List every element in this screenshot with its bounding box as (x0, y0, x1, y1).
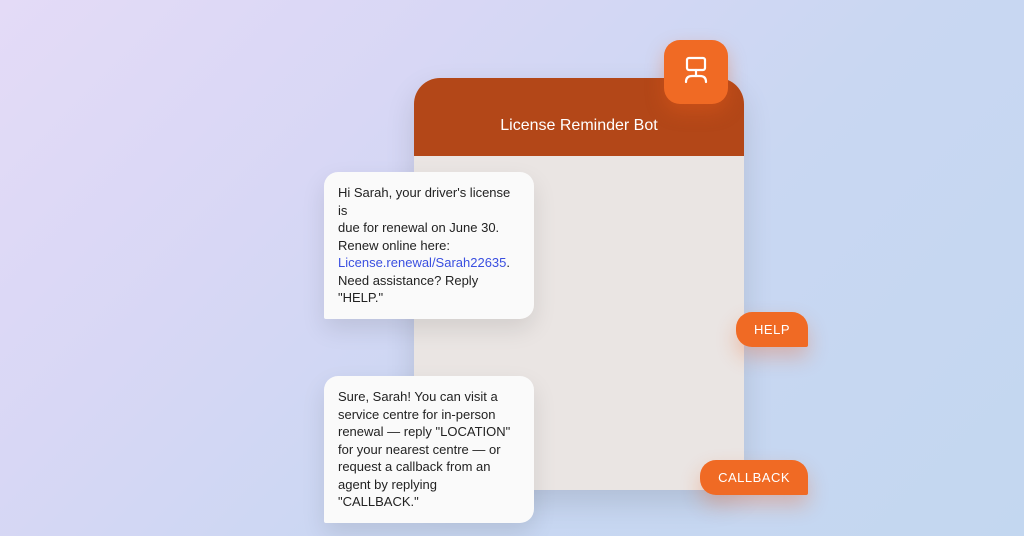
text-line: . (506, 255, 510, 270)
renewal-link[interactable]: License.renewal/Sarah22635 (338, 255, 506, 270)
text-line: renewal — reply "LOCATION" (338, 424, 510, 439)
bot-avatar-badge (664, 40, 728, 104)
bot-message-2: Sure, Sarah! You can visit a service cen… (324, 376, 534, 523)
app-background: License Reminder Bot Hi Sarah, your driv… (0, 0, 1024, 536)
text-line: request a callback from an (338, 459, 490, 474)
reply-label: HELP (754, 322, 790, 337)
text-line: Hi Sarah, your driver's license is (338, 185, 510, 218)
user-reply-help[interactable]: HELP (736, 312, 808, 347)
bot-message-1: Hi Sarah, your driver's license is due f… (324, 172, 534, 319)
text-line: agent by replying "CALLBACK." (338, 477, 437, 510)
chat-title: License Reminder Bot (500, 117, 657, 135)
reply-label: CALLBACK (718, 470, 790, 485)
text-line: Sure, Sarah! You can visit a (338, 389, 498, 404)
bot-desk-icon (678, 52, 714, 93)
text-line: due for renewal on June 30. (338, 220, 499, 235)
chat-window: License Reminder Bot Hi Sarah, your driv… (414, 78, 744, 490)
text-line: Need assistance? Reply "HELP." (338, 273, 478, 306)
user-reply-callback[interactable]: CALLBACK (700, 460, 808, 495)
text-line: Renew online here: (338, 238, 450, 253)
text-line: for your nearest centre — or (338, 442, 501, 457)
text-line: service centre for in-person (338, 407, 496, 422)
chat-header: License Reminder Bot (414, 78, 744, 156)
